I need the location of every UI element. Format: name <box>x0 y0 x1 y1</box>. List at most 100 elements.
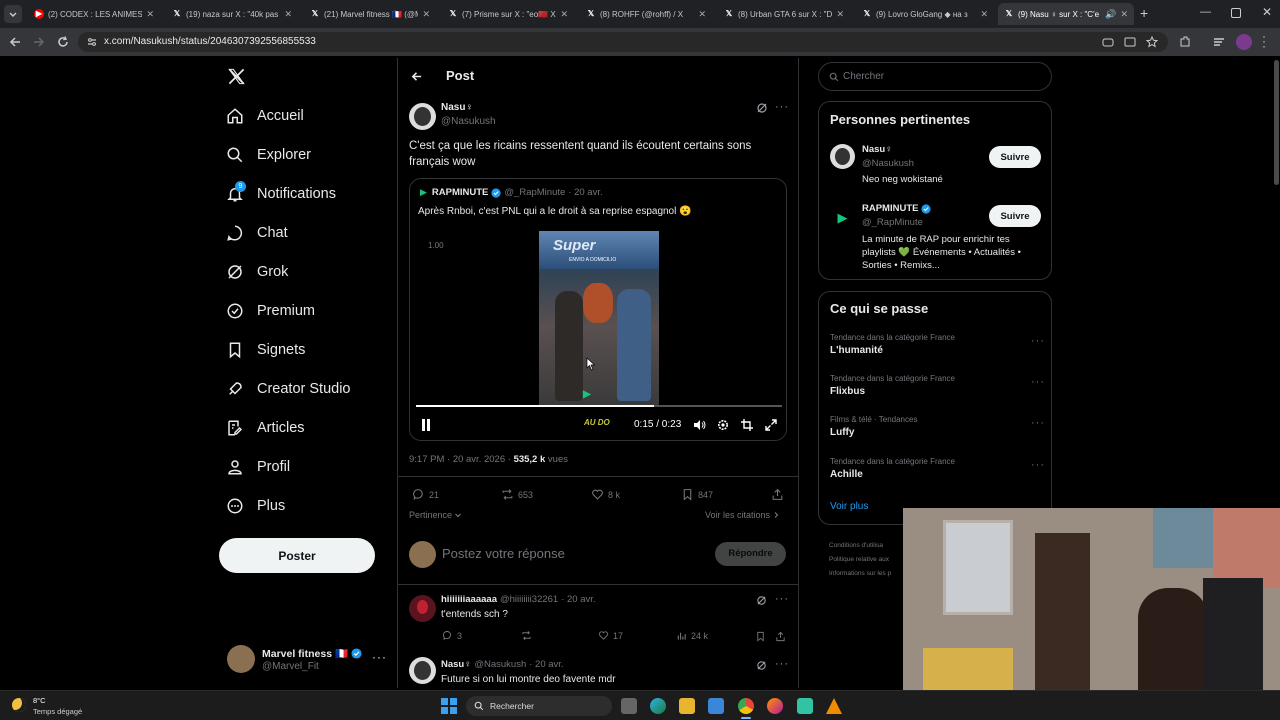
edge-icon[interactable] <box>650 698 666 714</box>
person-handle[interactable]: @_RapMinute <box>862 217 923 228</box>
maximize-button[interactable] <box>1231 8 1241 18</box>
rapminute-logo-icon[interactable]: ▶ <box>830 205 855 230</box>
streamlabs-icon[interactable] <box>797 698 813 714</box>
trend-item[interactable]: Tendance dans la catégorie France Flixbu… <box>830 374 1045 397</box>
reply-post[interactable]: hiiiiiiiaaaaaa @hiiiiiiii32261 · 20 avr.… <box>398 585 798 649</box>
nav-item-profile[interactable]: Profil <box>226 454 290 480</box>
nav-item-premium[interactable]: Premium <box>226 298 315 324</box>
avatar[interactable] <box>409 657 436 684</box>
forward-arrow-icon[interactable] <box>32 35 46 49</box>
footer-link[interactable]: Politique relative aux <box>829 553 891 567</box>
reply-input[interactable]: Postez votre réponse <box>442 546 565 561</box>
windows-start-icon[interactable] <box>441 698 457 714</box>
share-icon[interactable] <box>775 631 786 642</box>
author-handle[interactable]: @Nasukush <box>441 116 496 127</box>
close-icon[interactable]: ✕ <box>1120 9 1128 20</box>
footer-link[interactable]: Conditions d'utilisa <box>829 539 891 553</box>
quoted-post[interactable]: ▶ RAPMINUTE @_RapMinute · 20 avr. Après … <box>409 178 787 441</box>
close-icon[interactable]: ✕ <box>422 9 430 20</box>
bookmark-star-icon[interactable] <box>1146 36 1158 48</box>
author-name[interactable]: Nasu♀ <box>441 102 473 113</box>
firefox-icon[interactable] <box>767 698 783 714</box>
extensions-icon[interactable] <box>1178 35 1192 49</box>
avatar[interactable] <box>409 103 436 130</box>
new-tab-button[interactable]: + <box>1140 5 1148 21</box>
profile-avatar[interactable] <box>1236 34 1252 50</box>
nav-item-more[interactable]: Plus <box>226 493 285 519</box>
nav-item-grok[interactable]: Grok <box>226 259 288 285</box>
more-dots-icon[interactable]: ··· <box>1031 376 1045 388</box>
bookmark-stat[interactable]: 847 <box>681 488 713 501</box>
follow-button[interactable]: Suivre <box>989 146 1041 168</box>
grok-icon[interactable] <box>756 660 767 671</box>
more-dots-icon[interactable]: ··· <box>1031 459 1045 471</box>
post-button[interactable]: Poster <box>219 538 375 573</box>
person-handle[interactable]: @Nasukush <box>862 158 914 169</box>
reply-stat[interactable]: 21 <box>412 488 439 501</box>
task-view-icon[interactable] <box>621 698 637 714</box>
close-icon[interactable]: ✕ <box>560 9 568 20</box>
page-scrollbar[interactable] <box>1274 60 1279 185</box>
site-info-icon[interactable] <box>86 36 98 48</box>
settings-gear-icon[interactable] <box>717 419 729 431</box>
browser-tab[interactable]: 𝕏 (21) Marvel fitness 🇫🇷 (@M ✕ <box>304 3 436 25</box>
file-explorer-icon[interactable] <box>679 698 695 714</box>
browser-tab[interactable]: ▶ (2) CODEX : LES ANIMES ✕ <box>28 3 160 25</box>
more-dots-icon[interactable]: ··· <box>775 101 789 113</box>
crop-icon[interactable] <box>741 419 753 431</box>
reply-button[interactable]: Répondre <box>715 542 786 566</box>
trend-item[interactable]: Tendance dans la catégorie France Achill… <box>830 457 1045 480</box>
browser-tab[interactable]: 𝕏 (9) Lovro GloGang ◆ на з ✕ <box>856 3 994 25</box>
weather-description[interactable]: Temps dégagé <box>33 707 82 716</box>
nav-item-notifications[interactable]: 9 Notifications <box>226 181 336 207</box>
bookmark-icon[interactable] <box>755 631 766 642</box>
trend-item[interactable]: Tendance dans la catégorie France L'huma… <box>830 333 1045 356</box>
nav-item-explore[interactable]: Explorer <box>226 142 311 168</box>
trend-item[interactable]: Films & télé · Tendances Luffy ··· <box>830 415 1045 438</box>
browser-tab[interactable]: 𝕏 (8) ROHFF (@rohff) / X ✕ <box>580 3 712 25</box>
more-dots-icon[interactable]: ··· <box>1031 417 1045 429</box>
search-input[interactable]: Chercher <box>843 71 884 82</box>
more-dots-icon[interactable]: ··· <box>372 650 387 664</box>
avatar[interactable] <box>830 144 855 169</box>
views-stat[interactable]: 24 k <box>676 630 708 641</box>
close-icon[interactable]: ✕ <box>146 9 154 20</box>
taskbar-search[interactable]: Rechercher <box>466 696 612 716</box>
post-timestamp[interactable]: 9:17 PM · 20 avr. 2026 · <box>409 454 514 465</box>
video-progress-track[interactable] <box>416 405 782 407</box>
footer-link[interactable]: Informations sur les p <box>829 567 891 581</box>
weather-temp[interactable]: 8°C <box>33 696 46 705</box>
back-arrow-icon[interactable] <box>410 70 423 83</box>
like-stat[interactable]: 8 k <box>591 488 620 501</box>
show-more-link[interactable]: Voir plus <box>830 501 868 512</box>
browser-tab-active[interactable]: 𝕏 (9) Nasu ♀ sur X : "C'e 🔊 ✕ <box>998 3 1134 25</box>
browser-tab[interactable]: 𝕏 (19) naza sur X : "40k pas ✕ <box>166 3 298 25</box>
nav-item-home[interactable]: Accueil <box>226 103 304 129</box>
back-arrow-icon[interactable] <box>8 35 22 49</box>
reply-author-name[interactable]: hiiiiiiiaaaaaa <box>441 594 497 605</box>
reload-icon[interactable] <box>56 35 70 49</box>
nav-item-creator-studio[interactable]: Creator Studio <box>226 376 351 402</box>
reply-author-handle[interactable]: @Nasukush <box>474 659 526 670</box>
tab-search-button[interactable] <box>4 5 22 23</box>
reply-author-handle[interactable]: @hiiiiiiii32261 <box>500 594 558 605</box>
repost-stat[interactable]: 653 <box>501 488 533 501</box>
follow-button[interactable]: Suivre <box>989 205 1041 227</box>
reply-author-name[interactable]: Nasu♀ <box>441 659 471 670</box>
store-icon[interactable] <box>708 698 724 714</box>
install-app-icon[interactable] <box>1124 36 1136 48</box>
browser-tab[interactable]: 𝕏 (7) Prisme sur X : "eo🇲🇦 X ✕ <box>442 3 574 25</box>
more-dots-icon[interactable]: ··· <box>775 658 789 670</box>
view-quotes-link[interactable]: Voir les citations <box>705 510 780 520</box>
volume-icon[interactable] <box>693 419 706 431</box>
vlc-icon[interactable] <box>826 698 842 714</box>
more-dots-icon[interactable]: ··· <box>775 593 789 605</box>
close-window-button[interactable]: ✕ <box>1262 5 1272 19</box>
close-icon[interactable]: ✕ <box>698 9 706 20</box>
grok-icon[interactable] <box>756 595 767 606</box>
video-player[interactable]: 1.00 Super ENVIO A DOMICILIO ▶ AU DO 0:1… <box>410 231 786 440</box>
more-dots-icon[interactable]: ··· <box>1031 335 1045 347</box>
chrome-icon[interactable] <box>738 698 754 714</box>
minimize-button[interactable]: — <box>1200 6 1211 18</box>
like-stat[interactable]: 17 <box>598 630 623 641</box>
